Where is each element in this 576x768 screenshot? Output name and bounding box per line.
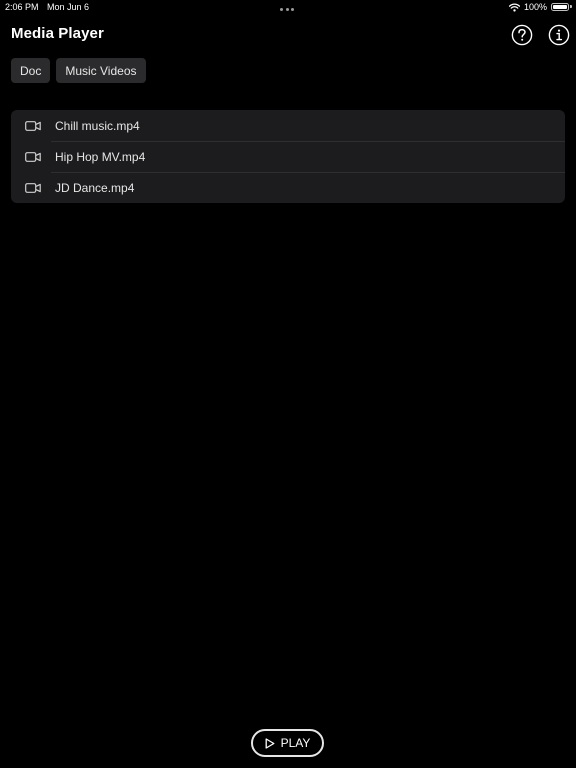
file-name: Hip Hop MV.mp4 xyxy=(55,149,146,164)
status-right: 100% xyxy=(508,1,572,13)
list-item[interactable]: JD Dance.mp4 xyxy=(11,172,565,203)
wifi-icon xyxy=(508,2,520,12)
play-icon xyxy=(265,737,275,749)
battery-icon xyxy=(551,2,572,12)
question-circle-icon xyxy=(511,24,533,46)
help-button[interactable] xyxy=(511,24,533,46)
video-camera-icon xyxy=(25,182,41,194)
video-camera-icon xyxy=(25,151,41,163)
status-date: Mon Jun 6 xyxy=(47,2,90,12)
play-label: PLAY xyxy=(280,736,311,750)
multitasking-dots-icon[interactable] xyxy=(280,8,294,11)
info-button[interactable] xyxy=(548,24,570,46)
tab-music-videos[interactable]: Music Videos xyxy=(56,58,146,83)
list-item[interactable]: Chill music.mp4 xyxy=(11,110,565,141)
info-circle-icon xyxy=(548,24,570,46)
tab-doc[interactable]: Doc xyxy=(11,58,51,83)
folder-tabs: Doc Music Videos xyxy=(11,58,146,83)
page-title: Media Player xyxy=(11,25,104,42)
list-item[interactable]: Hip Hop MV.mp4 xyxy=(11,141,565,172)
status-time: 2:06 PM xyxy=(5,2,39,12)
play-button[interactable]: PLAY xyxy=(251,729,324,757)
status-bar: 2:06 PM Mon Jun 6 100% xyxy=(0,0,576,16)
file-name: JD Dance.mp4 xyxy=(55,180,135,195)
file-list: Chill music.mp4 Hip Hop MV.mp4 JD Dance.… xyxy=(11,110,565,203)
file-name: Chill music.mp4 xyxy=(55,118,140,133)
video-camera-icon xyxy=(25,120,41,132)
battery-percent: 100% xyxy=(523,2,547,12)
